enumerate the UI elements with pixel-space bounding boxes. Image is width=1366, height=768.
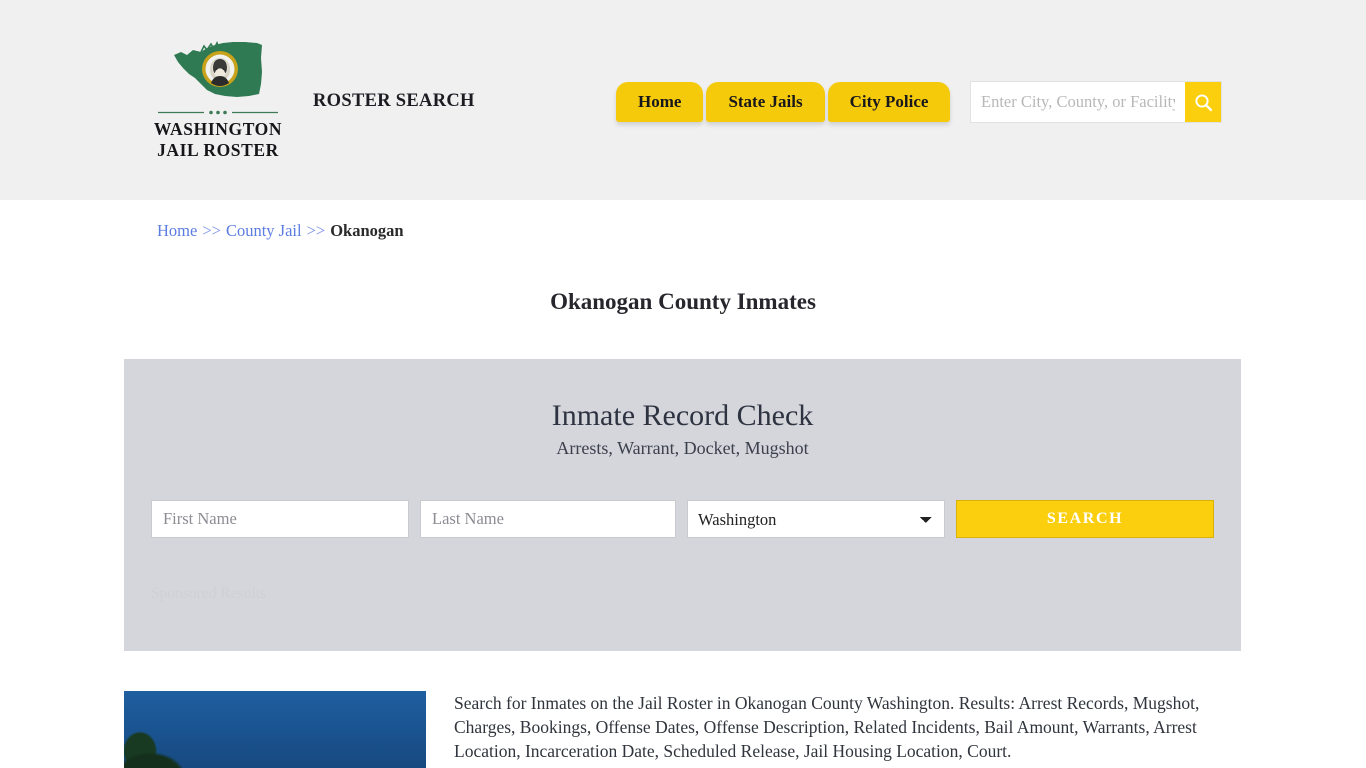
last-name-input[interactable] (420, 500, 676, 538)
page-title: Okanogan County Inmates (550, 289, 816, 315)
nav-item-state-jails[interactable]: State Jails (706, 82, 825, 122)
panel-subtitle: Arrests, Warrant, Docket, Mugshot (556, 438, 809, 458)
breadcrumb-separator-2: >> (306, 221, 326, 240)
site-tagline: ROSTER SEARCH (313, 91, 475, 111)
state-select[interactable]: Washington (687, 500, 945, 538)
jail-photo-thumbnail (124, 691, 426, 768)
page-description: Search for Inmates on the Jail Roster in… (454, 693, 1200, 761)
breadcrumb: Home >> County Jail >> Okanogan (157, 221, 404, 241)
sponsored-results-label: Sponsored Results (151, 585, 266, 602)
first-name-input[interactable] (151, 500, 409, 538)
content-section: Search for Inmates on the Jail Roster in… (124, 691, 1244, 768)
nav-item-city-police[interactable]: City Police (827, 82, 951, 122)
site-logo[interactable]: WASHINGTON JAIL ROSTER (148, 38, 288, 161)
panel-title: Inmate Record Check (551, 399, 814, 432)
main-navigation: Home State Jails City Police (616, 82, 951, 122)
search-icon (1194, 93, 1212, 111)
inmate-record-check-panel: Inmate Record Check Arrests, Warrant, Do… (124, 359, 1241, 651)
logo-line-2: JAIL ROSTER (157, 140, 279, 160)
logo-divider-ornament (158, 110, 278, 115)
breadcrumb-current: Okanogan (330, 221, 404, 240)
breadcrumb-county-jail[interactable]: County Jail (226, 221, 302, 240)
breadcrumb-home[interactable]: Home (157, 221, 197, 240)
nav-item-home[interactable]: Home (616, 82, 704, 122)
header-search-button[interactable] (1185, 82, 1221, 122)
inmate-search-button[interactable]: SEARCH (956, 500, 1214, 538)
washington-state-flag-seal-icon (174, 41, 262, 97)
site-header: WASHINGTON JAIL ROSTER ROSTER SEARCH Hom… (0, 0, 1366, 200)
header-search-box (970, 81, 1222, 123)
inmate-search-form: Washington SEARCH (151, 500, 1241, 538)
header-search-input[interactable] (971, 82, 1185, 122)
logo-line-1: WASHINGTON (153, 119, 283, 139)
breadcrumb-separator-1: >> (202, 221, 221, 240)
